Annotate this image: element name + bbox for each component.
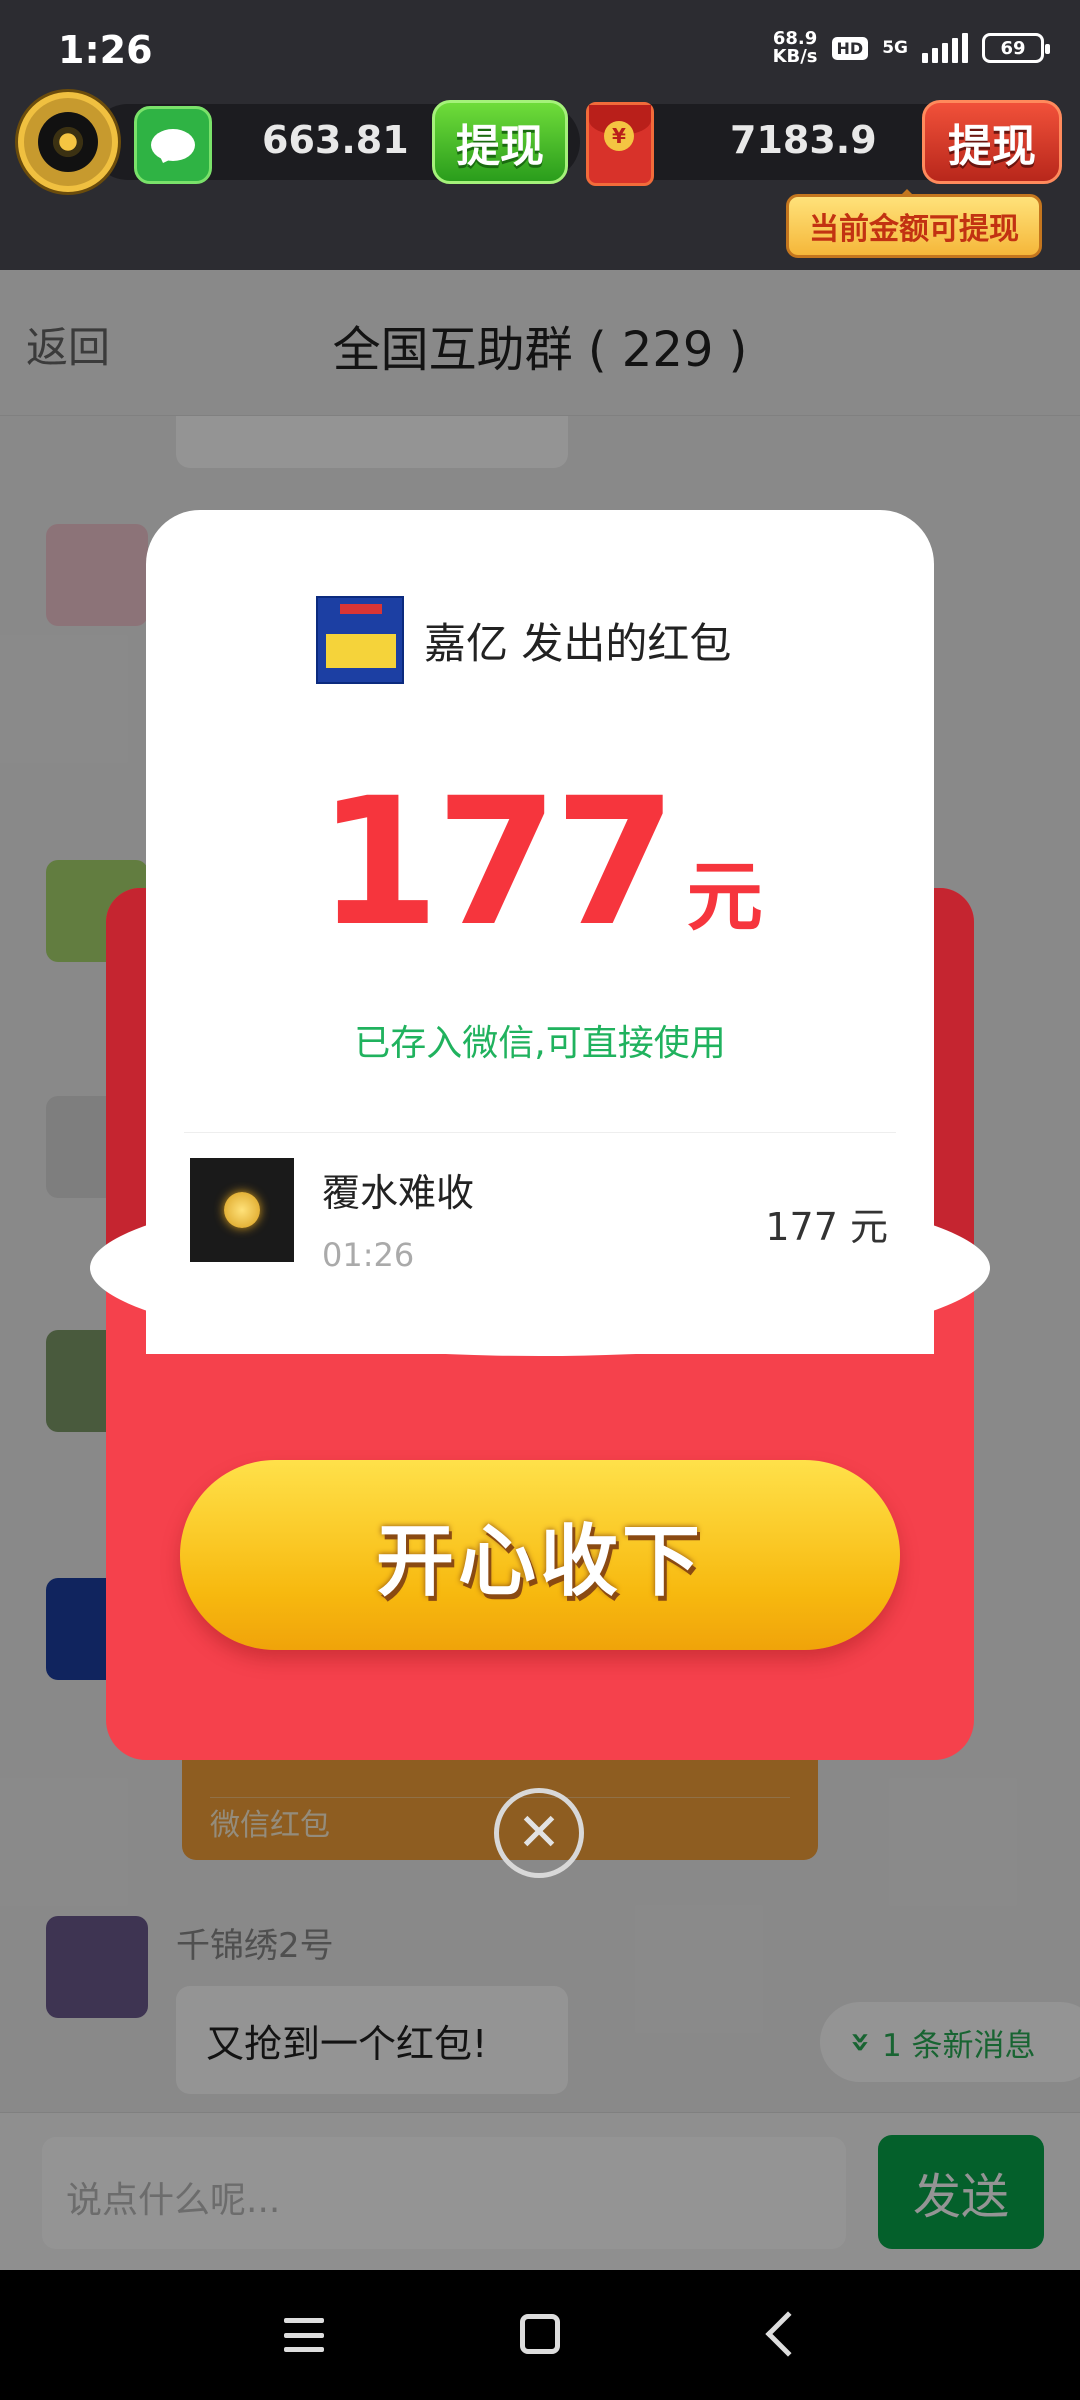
- close-icon[interactable]: ✕: [494, 1788, 584, 1878]
- withdraw-redpacket-button[interactable]: 提现: [922, 100, 1062, 184]
- status-icons: 68.9 KB/s HD 5G 69: [773, 30, 1050, 66]
- redpacket-amount: 177 元: [0, 760, 1080, 965]
- status-time: 1:26: [58, 28, 153, 72]
- top-banner: 1:26 68.9 KB/s HD 5G 69 663.81 提现 7183.9…: [0, 0, 1080, 270]
- receiver-amount: 177 元: [765, 1205, 888, 1249]
- battery-icon: 69: [982, 33, 1050, 63]
- back-icon[interactable]: [765, 2311, 811, 2357]
- amount-value: 177: [317, 760, 676, 965]
- redpacket-balance: 7183.9: [730, 118, 877, 162]
- withdraw-wechat-button[interactable]: 提现: [432, 100, 568, 184]
- accept-label: 开心收下: [375, 1517, 704, 1607]
- divider: [184, 1132, 896, 1133]
- receiver-time: 01:26: [322, 1236, 415, 1274]
- network-type: 5G: [882, 38, 908, 58]
- redpacket-sender-row: 嘉亿 发出的红包: [316, 596, 731, 684]
- saved-note: 已存入微信,可直接使用: [354, 1023, 726, 1064]
- network-speed: 68.9 KB/s: [773, 30, 818, 66]
- system-navigation-bar: [0, 2270, 1080, 2400]
- wechat-icon: [134, 106, 212, 184]
- home-icon[interactable]: [520, 2314, 560, 2354]
- redpacket-icon: [586, 102, 654, 186]
- receiver-name: 覆水难收: [322, 1171, 475, 1215]
- withdraw-tip: 当前金额可提现: [786, 189, 1042, 258]
- hd-icon: HD: [831, 36, 869, 60]
- net-speed-unit: KB/s: [772, 46, 818, 67]
- sender-avatar: [316, 596, 404, 684]
- menu-icon[interactable]: [284, 2318, 324, 2352]
- receiver-avatar: [190, 1158, 294, 1262]
- wechat-balance: 663.81: [262, 118, 409, 162]
- accept-button[interactable]: 开心收下: [180, 1460, 900, 1650]
- amount-unit: 元: [686, 852, 763, 941]
- user-avatar[interactable]: [18, 92, 118, 192]
- redpacket-sender-title: 嘉亿 发出的红包: [424, 618, 732, 668]
- signal-icon: [922, 33, 968, 63]
